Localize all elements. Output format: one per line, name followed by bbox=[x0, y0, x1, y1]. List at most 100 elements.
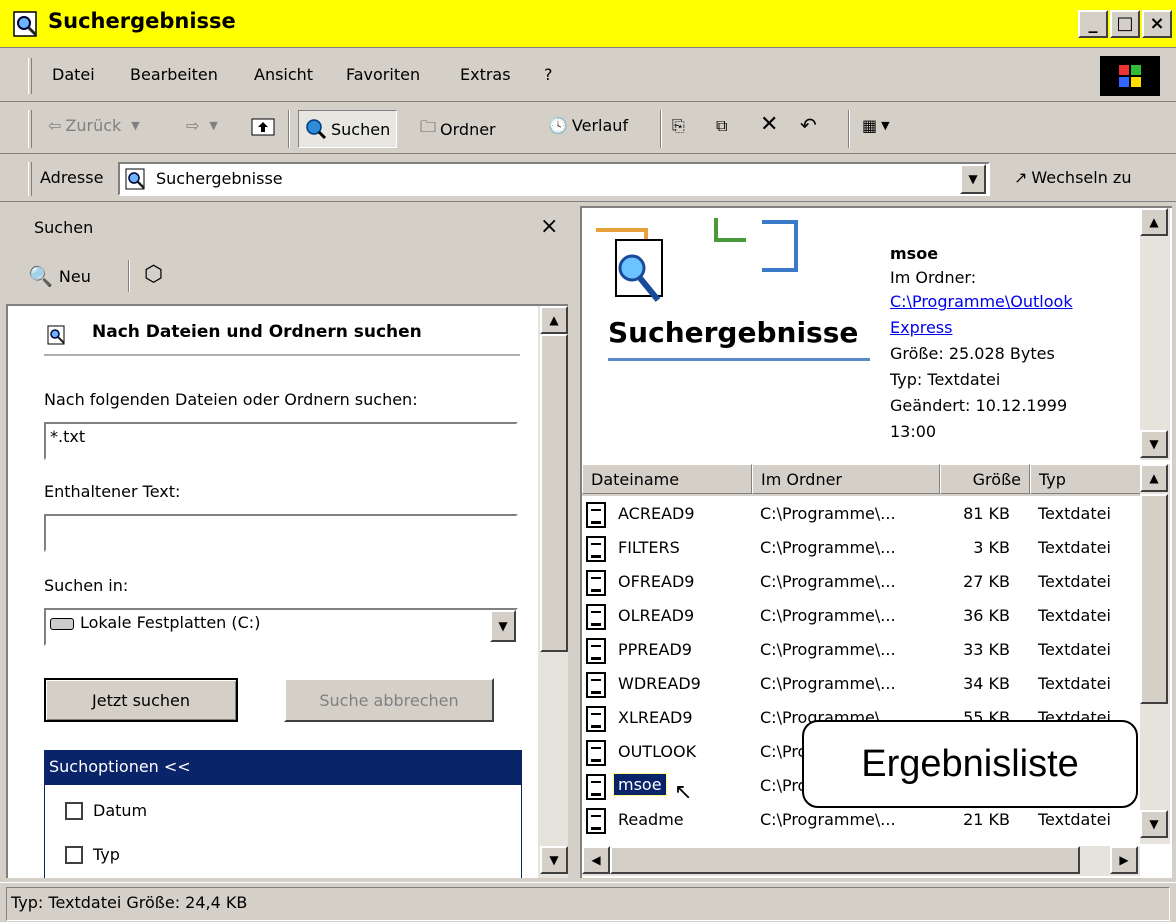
search-options-header[interactable]: Suchoptionen << bbox=[45, 751, 521, 785]
minimize-button[interactable]: _ bbox=[1078, 10, 1108, 38]
search-toggle-button[interactable]: Suchen bbox=[298, 110, 398, 148]
file-folder-cell: C:\Programme\... bbox=[760, 538, 896, 557]
details-scrollbar[interactable]: ▲ ▼ bbox=[1140, 208, 1170, 460]
file-size-cell: 27 KB bbox=[963, 572, 1010, 591]
assistant-icon[interactable]: ⬡ bbox=[144, 262, 163, 287]
column-size[interactable]: Größe bbox=[940, 464, 1030, 494]
results-scroll-up[interactable]: ▲ bbox=[1140, 464, 1168, 492]
history-icon: 🕓 bbox=[548, 116, 568, 135]
text-file-icon bbox=[586, 536, 606, 562]
menu-help[interactable]: ? bbox=[544, 65, 553, 84]
text-file-icon bbox=[586, 638, 606, 664]
details-scroll-down[interactable]: ▼ bbox=[1140, 430, 1168, 458]
history-button[interactable]: 🕓 Verlauf bbox=[548, 116, 628, 135]
up-folder-button[interactable] bbox=[250, 114, 276, 138]
column-type[interactable]: Typ bbox=[1030, 464, 1142, 494]
menu-edit[interactable]: Bearbeiten bbox=[130, 65, 218, 84]
address-dropdown-button[interactable]: ▼ bbox=[960, 164, 986, 194]
look-in-dropdown-button[interactable]: ▼ bbox=[490, 610, 516, 642]
results-hscroll-thumb[interactable] bbox=[610, 846, 1080, 874]
toolbar-separator bbox=[288, 110, 290, 148]
toolbar-grip[interactable] bbox=[28, 110, 32, 148]
type-checkbox[interactable] bbox=[65, 845, 83, 864]
filename-input[interactable]: *.txt bbox=[44, 422, 518, 460]
forward-button[interactable]: ⇨ ▼ bbox=[186, 116, 218, 135]
scroll-thumb[interactable] bbox=[540, 334, 568, 652]
scroll-up-button[interactable]: ▲ bbox=[540, 306, 568, 334]
details-scroll-up[interactable]: ▲ bbox=[1140, 208, 1168, 236]
search-options-box: Suchoptionen << Datum Typ bbox=[44, 750, 522, 878]
column-folder[interactable]: Im Ordner bbox=[752, 464, 940, 494]
type-option-label: Typ bbox=[93, 845, 120, 864]
file-type-cell: Textdatei bbox=[1038, 572, 1111, 591]
title-bar[interactable]: Suchergebnisse _ □ × bbox=[0, 0, 1176, 48]
address-value: Suchergebnisse bbox=[156, 169, 283, 188]
option-type[interactable]: Typ bbox=[65, 845, 120, 864]
option-date[interactable]: Datum bbox=[65, 801, 147, 820]
table-row[interactable]: OLREAD9 C:\Programme\... 36 KB Textdatei bbox=[582, 600, 1130, 634]
views-button[interactable]: ▦ ▼ bbox=[862, 116, 890, 135]
text-file-icon bbox=[586, 570, 606, 596]
search-pane-scrollbar[interactable]: ▲ ▼ bbox=[538, 306, 568, 878]
containing-text-input[interactable] bbox=[44, 514, 518, 552]
column-filename[interactable]: Dateiname bbox=[582, 464, 752, 494]
file-name-cell: Readme bbox=[618, 810, 684, 829]
results-scroll-right[interactable]: ▶ bbox=[1110, 846, 1138, 874]
files-label: Nach folgenden Dateien oder Ordnern such… bbox=[44, 390, 418, 409]
search-pane: Suchen × 🔍 Neu ⬡ Nach Dateien und Ordner… bbox=[6, 206, 568, 878]
table-row[interactable]: OFREAD9 C:\Programme\... 27 KB Textdatei bbox=[582, 566, 1130, 600]
table-row[interactable]: PPREAD9 C:\Programme\... 33 KB Textdatei bbox=[582, 634, 1130, 668]
file-type-cell: Textdatei bbox=[1038, 504, 1111, 523]
back-button[interactable]: ⇦ Zurück ▼ bbox=[48, 116, 140, 135]
results-scroll-down[interactable]: ▼ bbox=[1140, 810, 1168, 838]
menu-favorites[interactable]: Favoriten bbox=[346, 65, 420, 84]
maximize-button[interactable]: □ bbox=[1110, 10, 1140, 38]
new-search-button[interactable]: 🔍 Neu bbox=[28, 254, 91, 298]
undo-icon: ↶ bbox=[800, 113, 817, 137]
text-file-icon bbox=[586, 672, 606, 698]
table-row[interactable]: ACREAD9 C:\Programme\... 81 KB Textdatei bbox=[582, 498, 1130, 532]
table-row[interactable]: FILTERS C:\Programme\... 3 KB Textdatei bbox=[582, 532, 1130, 566]
results-scroll-thumb[interactable] bbox=[1140, 494, 1168, 704]
folders-label: Ordner bbox=[440, 120, 496, 139]
date-checkbox[interactable] bbox=[65, 801, 83, 820]
delete-button[interactable]: ✕ bbox=[760, 112, 778, 137]
stop-search-button[interactable]: Suche abbrechen bbox=[284, 678, 494, 722]
detail-name: msoe bbox=[890, 244, 939, 263]
look-in-value: Lokale Festplatten (C:) bbox=[80, 613, 261, 632]
folders-button[interactable]: 🗀 Ordner bbox=[420, 116, 496, 143]
scroll-down-button[interactable]: ▼ bbox=[540, 846, 568, 874]
file-size-cell: 34 KB bbox=[963, 674, 1010, 693]
look-in-select[interactable]: Lokale Festplatten (C:) ▼ bbox=[44, 608, 518, 646]
search-pane-close-icon[interactable]: × bbox=[540, 214, 558, 239]
detail-modified-time: 13:00 bbox=[890, 422, 937, 441]
results-list-callout: Ergebnisliste bbox=[802, 720, 1138, 808]
back-label: Zurück bbox=[65, 116, 122, 135]
search-label: Suchen bbox=[331, 119, 391, 139]
menu-view[interactable]: Ansicht bbox=[254, 65, 313, 84]
detail-folder-link-cont[interactable]: Express bbox=[890, 318, 952, 337]
detail-folder-link[interactable]: C:\Programme\Outlook bbox=[890, 292, 1073, 311]
move-to-button[interactable]: ⎘ bbox=[672, 116, 685, 136]
close-button[interactable]: × bbox=[1142, 10, 1172, 38]
file-size-cell: 3 KB bbox=[973, 538, 1010, 557]
menubar-grip[interactable] bbox=[28, 58, 32, 94]
file-folder-cell: C:\Programme\... bbox=[760, 504, 896, 523]
go-button[interactable]: ↗ Wechseln zu bbox=[1014, 168, 1131, 187]
table-row[interactable]: Readme C:\Programme\... 21 KB Textdatei bbox=[582, 804, 1130, 838]
results-vscrollbar[interactable]: ▲ ▼ bbox=[1140, 464, 1170, 844]
table-row[interactable]: WDREAD9 C:\Programme\... 34 KB Textdatei bbox=[582, 668, 1130, 702]
search-now-button[interactable]: Jetzt suchen bbox=[44, 678, 238, 722]
results-hscrollbar[interactable]: ◀ ▶ bbox=[582, 846, 1140, 876]
address-input[interactable]: Suchergebnisse ▼ bbox=[118, 162, 990, 196]
heading-divider bbox=[44, 354, 520, 356]
file-folder-cell: C:\Programme\... bbox=[760, 810, 896, 829]
look-in-label: Suchen in: bbox=[44, 576, 129, 595]
menu-file[interactable]: Datei bbox=[52, 65, 95, 84]
results-scroll-left[interactable]: ◀ bbox=[582, 846, 610, 874]
undo-button[interactable]: ↶ bbox=[800, 113, 817, 137]
addressbar-grip[interactable] bbox=[28, 162, 32, 196]
copy-to-button[interactable]: ⧉ bbox=[716, 116, 727, 136]
menu-extras[interactable]: Extras bbox=[460, 65, 511, 84]
file-folder-cell: C:\Programme\... bbox=[760, 572, 896, 591]
